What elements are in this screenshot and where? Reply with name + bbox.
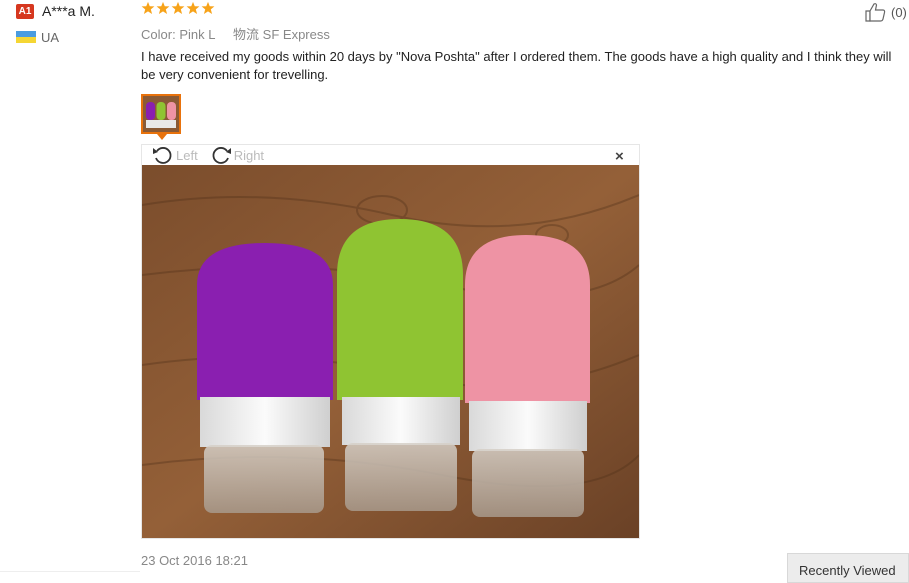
star-icon	[201, 1, 215, 15]
flag-icon	[16, 31, 36, 43]
rotate-left-button[interactable]: Left	[152, 145, 198, 165]
thumbnail-image	[143, 96, 179, 132]
rotate-right-icon	[212, 147, 231, 164]
logistics-label: 物流	[233, 27, 260, 42]
thumbs-up-icon	[865, 3, 886, 22]
divider	[0, 571, 140, 572]
helpful-count: (0)	[891, 4, 907, 20]
thumbnail-caret	[157, 134, 167, 140]
review-photo-thumbnail[interactable]	[141, 94, 181, 134]
viewer-toolbar: Left Right	[152, 145, 272, 165]
rotate-right-label: Right	[233, 147, 265, 163]
star-icon	[156, 1, 170, 15]
order-info: Color: Pink L 物流 SF Express	[141, 24, 330, 43]
recently-viewed-tab[interactable]: Recently Viewed	[787, 553, 909, 583]
reviewer-name: A***a M.	[42, 3, 95, 19]
close-icon[interactable]: ×	[615, 149, 624, 164]
rotate-left-icon	[153, 147, 172, 164]
star-rating	[141, 1, 215, 15]
star-icon	[141, 1, 155, 15]
star-icon	[186, 1, 200, 15]
color-value: Pink L	[179, 27, 215, 42]
logistics-value: SF Express	[262, 27, 330, 42]
review-photo	[142, 165, 639, 538]
review-date: 23 Oct 2016 18:21	[141, 553, 248, 568]
rotate-right-button[interactable]: Right	[210, 145, 264, 165]
color-label: Color:	[141, 27, 176, 42]
star-icon	[171, 1, 185, 15]
reviewer-country: UA	[41, 30, 60, 45]
helpful-button[interactable]: (0)	[864, 2, 907, 22]
rotate-left-label: Left	[176, 147, 198, 163]
review-text: I have received my goods within 20 days …	[141, 49, 892, 82]
reviewer-badge: A1	[16, 4, 34, 19]
